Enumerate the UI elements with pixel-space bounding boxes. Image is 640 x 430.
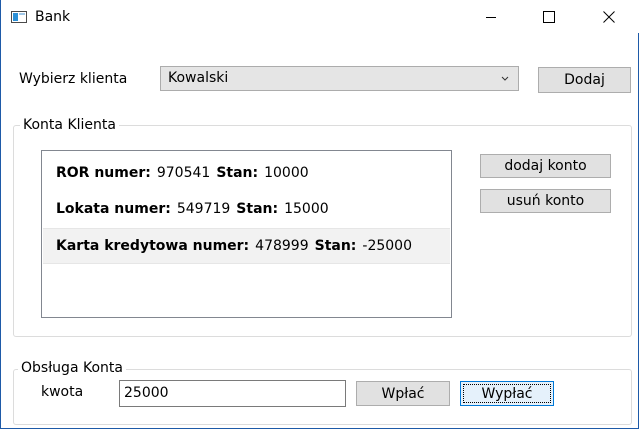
account-type-label: Karta kredytowa numer: (56, 238, 250, 254)
client-combobox-value: Kowalski (168, 70, 229, 86)
accounts-group-label: Konta Klienta (20, 117, 119, 133)
account-number: 549719 (176, 201, 231, 217)
amount-label: kwota (41, 384, 84, 400)
account-list-item-selected[interactable]: Karta kredytowa numer: 478999 Stan: -250… (43, 228, 450, 264)
close-button[interactable] (586, 0, 632, 33)
close-icon (603, 10, 615, 23)
account-list-item[interactable]: Lokata numer: 549719 Stan: 15000 (43, 191, 450, 227)
amount-input[interactable]: 25000 (119, 380, 346, 407)
accounts-listbox[interactable]: ROR numer: 970541 Stan: 10000 Lokata num… (41, 150, 452, 318)
account-number: 478999 (255, 238, 309, 254)
remove-account-button[interactable]: usuń konto (480, 189, 611, 213)
account-type-label: Lokata numer: (56, 201, 171, 217)
account-balance-label: Stan: (236, 201, 279, 217)
deposit-button[interactable]: Wpłać (356, 381, 450, 406)
account-balance: -25000 (362, 238, 412, 254)
minimize-button[interactable] (468, 0, 514, 33)
chevron-down-icon (501, 76, 509, 81)
title-bar: Bank (1, 0, 640, 33)
account-number: 970541 (156, 165, 211, 181)
app-icon (11, 11, 27, 23)
focus-rectangle (463, 384, 551, 403)
account-balance: 10000 (264, 165, 309, 181)
account-type-label: ROR numer: (56, 165, 151, 181)
add-account-button[interactable]: dodaj konto (480, 154, 611, 178)
app-window: Bank Wybierz klienta Kowalski Dodaj Kont… (0, 0, 640, 429)
account-list-item[interactable]: ROR numer: 970541 Stan: 10000 (43, 155, 450, 191)
account-balance: 15000 (284, 201, 329, 217)
maximize-icon (543, 10, 555, 23)
add-client-button[interactable]: Dodaj (538, 67, 631, 93)
account-balance-label: Stan: (314, 238, 357, 254)
client-label: Wybierz klienta (19, 71, 128, 87)
minimize-icon (486, 16, 496, 18)
withdraw-button[interactable]: Wypłać (460, 381, 554, 406)
window-title: Bank (35, 9, 71, 25)
client-combobox[interactable]: Kowalski (160, 66, 519, 91)
service-group-label: Obsługa Konta (18, 360, 126, 376)
maximize-button[interactable] (526, 0, 572, 33)
amount-input-value: 25000 (124, 385, 169, 401)
account-balance-label: Stan: (216, 165, 259, 181)
